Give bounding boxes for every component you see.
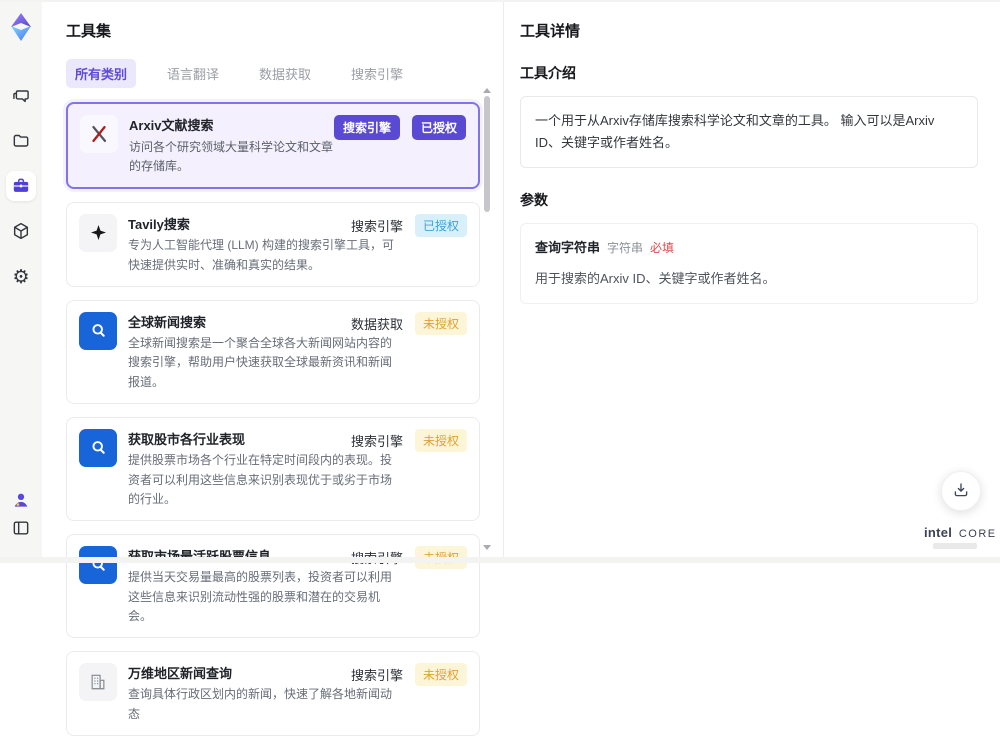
tool-auth-badge: 未授权 bbox=[414, 428, 467, 452]
news-icon bbox=[79, 428, 117, 467]
tool-card-4[interactable]: 获取市场最活跃股票信息 提供当天交易量最高的股票列表，投资者可以利用这些信息来识… bbox=[66, 533, 480, 638]
tool-description: 专为人工智能代理 (LLM) 构建的搜索引擎工具，可快速提供实时、准确和真实的结… bbox=[128, 238, 395, 272]
scroll-up-arrow[interactable] bbox=[483, 88, 491, 93]
tool-description: 查询具体行政区划内的新闻，快速了解各地新闻动态 bbox=[128, 687, 393, 721]
tool-category-badge: 数据获取 bbox=[350, 316, 403, 332]
tool-category-badge: 搜索引擎 bbox=[350, 218, 403, 234]
intro-text: 一个用于从Arxiv存储库搜索科学论文和文章的工具。 输入可以是Arxiv ID… bbox=[535, 113, 935, 151]
tool-description: 提供当天交易量最高的股票列表，投资者可以利用这些信息来识别流动性强的股票和潜在的… bbox=[128, 570, 393, 623]
nav-tools[interactable] bbox=[6, 171, 36, 201]
list-scrollbar[interactable] bbox=[483, 88, 491, 550]
tool-card-2[interactable]: 全球新闻搜索 全球新闻搜索是一个聚合全球各大新闻网站内容的搜索引擎，帮助用户快速… bbox=[66, 299, 480, 404]
folder-icon bbox=[11, 131, 31, 151]
nav-account[interactable] bbox=[6, 485, 36, 515]
tool-description: 全球新闻搜索是一个聚合全球各大新闻网站内容的搜索引擎，帮助用户快速获取全球最新资… bbox=[128, 336, 393, 389]
window-bottom-edge bbox=[0, 557, 1000, 563]
brand-sub-badge bbox=[933, 543, 977, 549]
category-tabs: 所有类别 语言翻译 数据获取 搜索引擎 bbox=[66, 59, 503, 88]
gear-icon: ⚙ bbox=[12, 266, 30, 288]
nav-settings[interactable]: ⚙ bbox=[6, 262, 36, 292]
tool-card-5[interactable]: 万维地区新闻查询 查询具体行政区划内的新闻，快速了解各地新闻动态 搜索引擎 未授… bbox=[66, 650, 480, 736]
parameter-description: 用于搜索的Arxiv ID、关键字或作者姓名。 bbox=[535, 271, 776, 287]
parameter-name: 查询字符串 bbox=[535, 240, 601, 256]
arxiv-icon bbox=[80, 115, 118, 153]
page-title: 工具集 bbox=[66, 23, 112, 40]
building-icon bbox=[79, 662, 117, 701]
toolbox-icon bbox=[11, 176, 31, 196]
nav-collapse-panel[interactable] bbox=[6, 513, 36, 543]
nav-files[interactable] bbox=[6, 126, 36, 156]
intro-box: 一个用于从Arxiv存储库搜索科学论文和文章的工具。 输入可以是Arxiv ID… bbox=[520, 96, 978, 169]
scrollbar-thumb[interactable] bbox=[484, 96, 490, 212]
intro-heading: 工具介绍 bbox=[520, 65, 576, 81]
tool-category-badge: 搜索引擎 bbox=[350, 667, 403, 683]
tab-2[interactable]: 数据获取 bbox=[250, 59, 320, 88]
tool-card-list: Arxiv文献搜索 访问各个研究领域大量科学论文和文章的存储库。 搜索引擎 已授… bbox=[66, 102, 480, 736]
tool-card-0[interactable]: Arxiv文献搜索 访问各个研究领域大量科学论文和文章的存储库。 搜索引擎 已授… bbox=[66, 102, 480, 189]
intel-core-logo: intel CORE bbox=[924, 525, 995, 549]
brand-core: CORE bbox=[958, 528, 997, 540]
tool-auth-badge: 未授权 bbox=[414, 311, 467, 335]
tool-card-3[interactable]: 获取股市各行业表现 提供股票市场各个行业在特定时间段内的表现。投资者可以利用这些… bbox=[66, 416, 480, 521]
tavily-icon bbox=[79, 213, 117, 252]
tab-1[interactable]: 语言翻译 bbox=[158, 59, 228, 88]
chat-icon bbox=[11, 86, 31, 106]
user-icon bbox=[11, 490, 31, 510]
download-button[interactable] bbox=[941, 471, 981, 511]
tool-category-badge: 搜索引擎 bbox=[350, 433, 403, 449]
brand-intel: intel bbox=[924, 525, 953, 540]
params-heading: 参数 bbox=[520, 192, 548, 209]
parameter-box: 查询字符串 字符串 必填 用于搜索的Arxiv ID、关键字或作者姓名。 bbox=[520, 223, 978, 305]
tool-auth-badge: 已授权 bbox=[411, 115, 466, 140]
tab-0[interactable]: 所有类别 bbox=[66, 59, 137, 88]
panel-layout-icon bbox=[11, 518, 31, 538]
window-top-edge bbox=[0, 0, 1000, 2]
tool-name: Arxiv文献搜索 bbox=[129, 118, 214, 133]
package-icon bbox=[11, 221, 31, 241]
news-icon bbox=[79, 311, 117, 350]
tool-description: 访问各个研究领域大量科学论文和文章的存储库。 bbox=[129, 139, 334, 173]
nav-chat[interactable] bbox=[6, 81, 36, 111]
tab-3[interactable]: 搜索引擎 bbox=[342, 59, 412, 88]
app-logo-icon bbox=[7, 12, 35, 42]
parameter-type: 字符串 bbox=[607, 241, 644, 256]
tool-auth-badge: 已授权 bbox=[414, 213, 467, 237]
tool-list-panel: 工具集 所有类别 语言翻译 数据获取 搜索引擎 Arxiv文献搜索 访问各个研究领域大… bbox=[42, 0, 503, 736]
tool-auth-badge: 未授权 bbox=[414, 662, 467, 686]
tool-category-badge: 搜索引擎 bbox=[333, 115, 400, 140]
detail-title: 工具详情 bbox=[520, 23, 581, 40]
tool-card-1[interactable]: Tavily搜索 专为人工智能代理 (LLM) 构建的搜索引擎工具，可快速提供实… bbox=[66, 201, 480, 287]
nav-plugins[interactable] bbox=[6, 216, 36, 246]
download-icon bbox=[952, 481, 970, 502]
news-icon bbox=[79, 545, 117, 584]
tool-description: 提供股票市场各个行业在特定时间段内的表现。投资者可以利用这些信息来识别表现优于或… bbox=[128, 453, 393, 506]
parameter-required-badge: 必填 bbox=[650, 241, 675, 256]
left-rail: ⚙ bbox=[0, 0, 42, 563]
parameter-header: 查询字符串 字符串 必填 bbox=[535, 237, 963, 259]
tool-detail-panel: 工具详情 工具介绍 一个用于从Arxiv存储库搜索科学论文和文章的工具。 输入可… bbox=[504, 0, 1000, 563]
scroll-down-arrow[interactable] bbox=[483, 545, 491, 550]
